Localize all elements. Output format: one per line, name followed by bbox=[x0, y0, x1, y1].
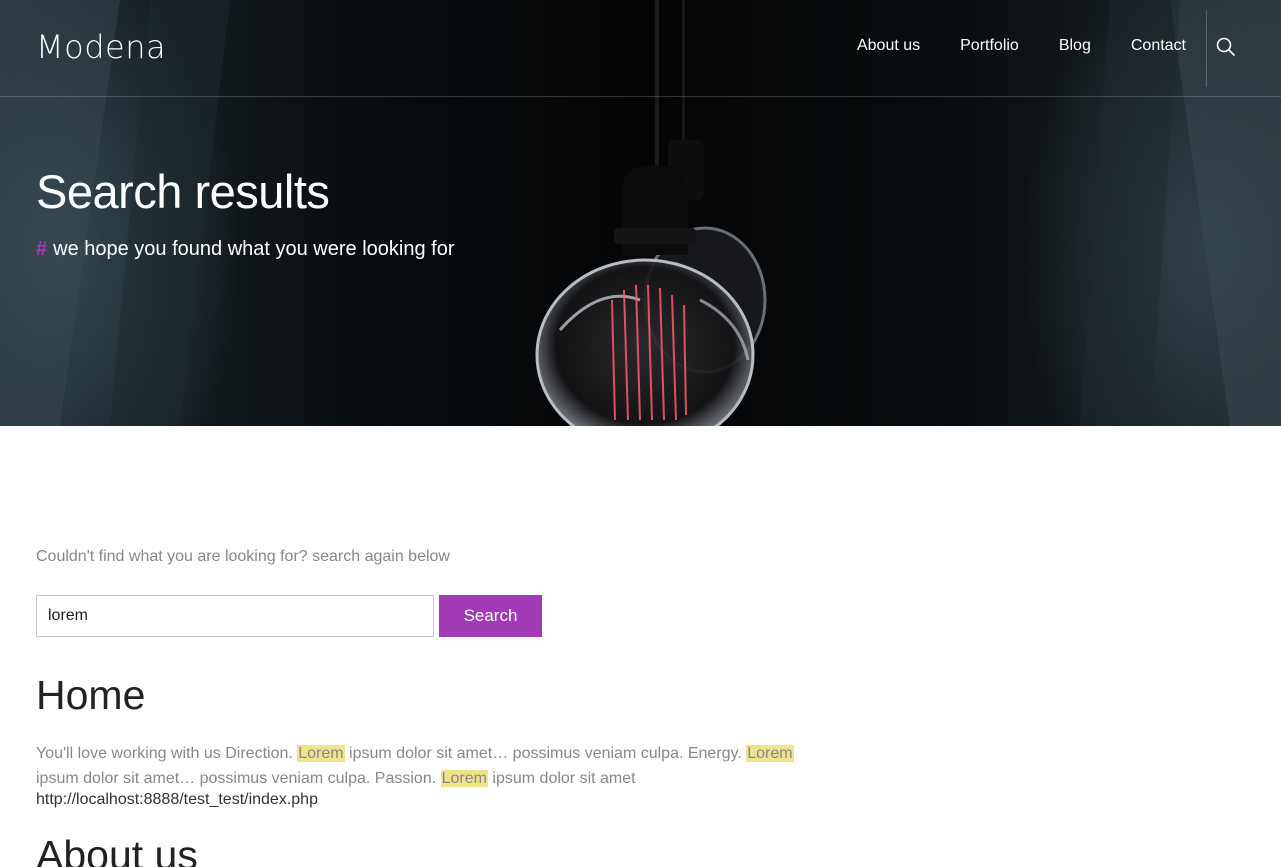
subtitle-text: we hope you found what you were looking … bbox=[53, 238, 455, 260]
excerpt-text: ipsum dolor sit amet bbox=[487, 770, 636, 787]
nav-item-contact[interactable]: Contact bbox=[1131, 37, 1186, 55]
site-header: Modena About us Portfolio Blog Contact bbox=[0, 0, 1281, 97]
result-title-about-us[interactable]: About us bbox=[36, 832, 198, 867]
result-excerpt: You'll love working with us Direction. L… bbox=[36, 741, 816, 791]
excerpt-text: ipsum dolor sit amet… possimus veniam cu… bbox=[36, 770, 441, 787]
nav-divider bbox=[1206, 10, 1207, 87]
main-nav: About us Portfolio Blog Contact bbox=[857, 37, 1186, 55]
search-term-highlight: Lorem bbox=[746, 745, 794, 762]
nav-item-portfolio[interactable]: Portfolio bbox=[960, 37, 1019, 55]
excerpt-text: You'll love working with us Direction. bbox=[36, 745, 298, 762]
search-input[interactable] bbox=[36, 595, 434, 637]
hash-mark: # bbox=[36, 238, 48, 260]
search-term-highlight: Lorem bbox=[297, 745, 345, 762]
search-icon[interactable] bbox=[1215, 36, 1237, 58]
page-subtitle: # we hope you found what you were looking… bbox=[36, 238, 455, 261]
nav-item-blog[interactable]: Blog bbox=[1059, 37, 1091, 55]
search-button[interactable]: Search bbox=[439, 595, 542, 637]
result-url[interactable]: http://localhost:8888/test_test/index.ph… bbox=[36, 791, 318, 809]
nav-item-about-us[interactable]: About us bbox=[857, 37, 920, 55]
page-title: Search results bbox=[36, 165, 330, 218]
search-term-highlight: Lorem bbox=[440, 770, 488, 787]
result-title-home[interactable]: Home bbox=[36, 672, 145, 719]
hero-banner: Modena About us Portfolio Blog Contact S… bbox=[0, 0, 1281, 426]
search-intro: Couldn't find what you are looking for? … bbox=[36, 548, 450, 565]
search-form: Search bbox=[36, 595, 542, 637]
site-logo[interactable]: Modena bbox=[36, 28, 166, 66]
excerpt-text: ipsum dolor sit amet… possimus veniam cu… bbox=[344, 745, 747, 762]
